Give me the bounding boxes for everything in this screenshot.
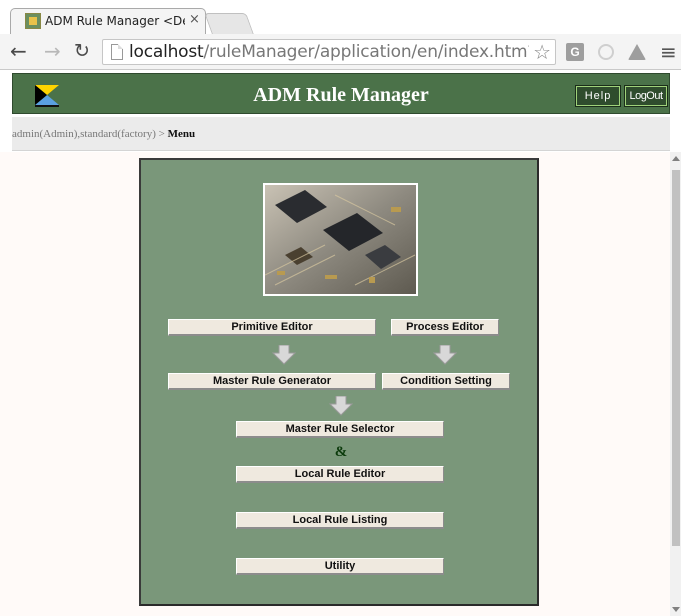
circuit-board-image bbox=[263, 183, 418, 296]
breadcrumb: admin(Admin),standard(factory) > Menu bbox=[12, 128, 195, 140]
reload-icon[interactable]: ↻ bbox=[74, 40, 90, 62]
close-tab-icon[interactable]: × bbox=[189, 12, 200, 27]
down-arrow-icon bbox=[272, 345, 296, 365]
scroll-thumb[interactable] bbox=[672, 170, 680, 546]
address-bar[interactable]: localhost/ruleManager/application/en/ind… bbox=[102, 39, 556, 65]
url-path: /ruleManager/application/en/index.htm?TI… bbox=[203, 42, 529, 62]
logout-button[interactable]: LogOut bbox=[624, 85, 668, 107]
down-arrow-icon bbox=[329, 396, 353, 416]
url-text[interactable]: localhost/ruleManager/application/en/ind… bbox=[129, 42, 529, 62]
scroll-up-icon[interactable] bbox=[672, 156, 680, 161]
primitive-editor-button[interactable]: Primitive Editor bbox=[168, 319, 376, 336]
back-arrow-icon[interactable]: ← bbox=[10, 40, 27, 62]
page-viewport: ADM Rule Manager Help LogOut admin(Admin… bbox=[0, 71, 681, 616]
new-tab-button[interactable] bbox=[204, 13, 254, 34]
ampersand-label: & bbox=[334, 444, 348, 460]
page-icon bbox=[111, 44, 123, 60]
local-rule-editor-button[interactable]: Local Rule Editor bbox=[236, 466, 444, 483]
down-arrow-icon bbox=[433, 345, 457, 365]
breadcrumb-path[interactable]: admin(Admin),standard(factory) > bbox=[12, 128, 168, 140]
help-button[interactable]: Help bbox=[575, 85, 621, 107]
menu-panel: Primitive Editor Process Editor Master R… bbox=[139, 158, 539, 606]
master-rule-generator-button[interactable]: Master Rule Generator bbox=[168, 373, 376, 390]
google-extension-icon[interactable]: G bbox=[566, 43, 584, 61]
condition-setting-button[interactable]: Condition Setting bbox=[382, 373, 510, 390]
breadcrumb-bar: admin(Admin),standard(factory) > Menu bbox=[12, 117, 670, 151]
utility-button[interactable]: Utility bbox=[236, 558, 444, 575]
local-rule-listing-button[interactable]: Local Rule Listing bbox=[236, 512, 444, 529]
forward-arrow-icon[interactable]: → bbox=[44, 40, 61, 62]
browser-tabstrip: ADM Rule Manager <Des × bbox=[0, 0, 681, 34]
url-host: localhost bbox=[129, 42, 204, 62]
breadcrumb-current: Menu bbox=[167, 128, 196, 140]
extension-ring-icon[interactable] bbox=[598, 44, 614, 60]
master-rule-selector-button[interactable]: Master Rule Selector bbox=[236, 421, 444, 438]
browser-menu-icon[interactable]: ≡ bbox=[660, 40, 677, 64]
browser-tab[interactable]: ADM Rule Manager <Des × bbox=[10, 8, 206, 34]
drive-extension-icon[interactable] bbox=[628, 44, 646, 60]
tab-title: ADM Rule Manager <Des bbox=[45, 14, 185, 28]
browser-toolbar: ← → ↻ localhost/ruleManager/application/… bbox=[0, 34, 681, 70]
app-header: ADM Rule Manager Help LogOut bbox=[12, 73, 670, 114]
bookmark-star-icon[interactable]: ☆ bbox=[533, 40, 551, 64]
favicon-icon bbox=[25, 13, 41, 29]
scroll-down-icon[interactable] bbox=[672, 607, 680, 612]
vertical-scrollbar[interactable] bbox=[670, 152, 681, 616]
app-title: ADM Rule Manager bbox=[253, 84, 429, 106]
process-editor-button[interactable]: Process Editor bbox=[391, 319, 499, 336]
main-content: Primitive Editor Process Editor Master R… bbox=[0, 152, 670, 616]
